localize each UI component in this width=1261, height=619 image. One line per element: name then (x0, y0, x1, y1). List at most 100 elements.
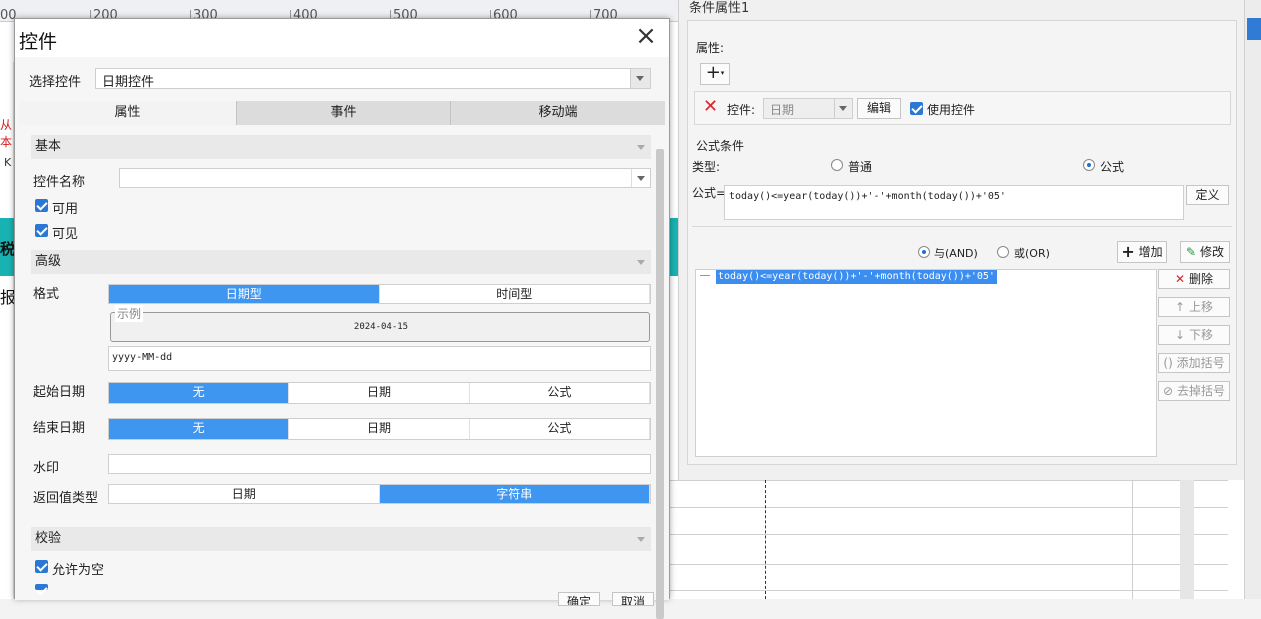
basic-section-header[interactable]: 基本 (31, 135, 651, 159)
delete-icon: ✕ (1175, 272, 1186, 286)
and-label: 与(AND) (934, 247, 978, 260)
remove-bracket-button[interactable]: ⊘ 去掉括号 (1158, 381, 1230, 401)
formula-label: 公式= (692, 186, 727, 200)
validation-section-header[interactable]: 校验 (31, 527, 651, 551)
formula-input[interactable]: today()<=year(today())+'-'+month(today()… (724, 185, 1184, 220)
sheet-right-strip (1180, 480, 1194, 599)
condition-item[interactable]: today()<=year(today())+'-'+month(today()… (716, 270, 997, 284)
modify-button[interactable]: ✎ 修改 (1180, 241, 1230, 263)
chevron-down-icon (636, 76, 644, 81)
move-up-button[interactable]: ↑ 上移 (1158, 297, 1230, 317)
advanced-section-title: 高级 (35, 254, 62, 269)
chevron-down-icon (637, 145, 645, 150)
enabled-checkbox[interactable] (35, 199, 48, 212)
close-icon[interactable]: × (633, 23, 659, 51)
return-date-option[interactable]: 日期 (109, 485, 380, 503)
or-radio[interactable] (997, 246, 1009, 258)
arrow-up-icon: ↑ (1175, 300, 1186, 314)
move-down-label: 下移 (1188, 328, 1213, 342)
plus-icon: + (705, 62, 721, 83)
use-control-label: 使用控件 (927, 103, 976, 117)
panel-title: 条件属性1 (689, 1, 750, 16)
type-normal-radio[interactable] (831, 159, 843, 171)
panel-body: 属性: +▾ ✕ 控件: 日期 编辑 使用控件 公式条件 类型: 普通 公式 公… (687, 20, 1237, 465)
return-type-label: 返回值类型 (33, 491, 99, 506)
sheet-fragment: K (4, 156, 12, 169)
chevron-down-icon (637, 176, 645, 181)
tab-mobile[interactable]: 移动端 (451, 101, 665, 125)
arrow-down-icon: ↓ (1175, 328, 1186, 342)
end-date-toggle: 无 日期 公式 (108, 418, 651, 440)
format-pattern-input[interactable]: yyyy-MM-dd (108, 346, 651, 371)
select-control-label: 选择控件 (29, 75, 82, 90)
move-up-label: 上移 (1188, 300, 1213, 314)
tab-properties[interactable]: 属性 (19, 101, 237, 125)
delete-button[interactable]: ✕ 删除 (1158, 269, 1230, 289)
format-date-option[interactable]: 日期型 (109, 285, 380, 303)
remove-bracket-label: 去掉括号 (1176, 384, 1225, 398)
add-button[interactable]: + 增加 (1117, 241, 1167, 263)
control-name-input[interactable] (119, 168, 651, 188)
vertical-scrollbar[interactable] (656, 149, 664, 619)
format-time-option[interactable]: 时间型 (380, 285, 650, 303)
clipped-checkbox[interactable] (35, 584, 48, 590)
control-label: 控件: (727, 103, 756, 117)
tab-events[interactable]: 事件 (237, 101, 451, 125)
add-bracket-button[interactable]: () 添加括号 (1158, 353, 1230, 373)
advanced-section-header[interactable]: 高级 (31, 250, 651, 274)
visible-checkbox[interactable] (35, 224, 48, 237)
start-date-toggle: 无 日期 公式 (108, 382, 651, 404)
type-label: 类型: (692, 160, 721, 174)
define-button[interactable]: 定义 (1186, 185, 1229, 205)
properties-label: 属性: (696, 41, 725, 55)
remove-bracket-icon: ⊘ (1163, 384, 1174, 398)
type-formula-radio[interactable] (1083, 159, 1095, 171)
sheet-grid (668, 480, 1228, 599)
control-select[interactable]: 日期 (763, 98, 853, 119)
formula-section-title: 公式条件 (696, 139, 745, 153)
move-down-button[interactable]: ↓ 下移 (1158, 325, 1230, 345)
format-toggle: 日期型 时间型 (108, 284, 651, 304)
start-date-option[interactable]: 日期 (289, 383, 470, 403)
end-date-option[interactable]: 日期 (289, 419, 470, 439)
dialog-content: 选择控件 日期控件 属性 事件 移动端 基本 控件名称 可用 可见 高级 格式 (15, 57, 669, 619)
sheet-fragment: 报 (0, 288, 14, 307)
control-name-label: 控件名称 (33, 175, 86, 190)
type-formula-label: 公式 (1100, 160, 1125, 174)
tab-bar: 属性 事件 移动端 (19, 101, 665, 125)
return-string-option[interactable]: 字符串 (379, 485, 650, 503)
watermark-label: 水印 (33, 461, 60, 476)
and-radio[interactable] (918, 246, 930, 258)
allow-empty-checkbox[interactable] (35, 560, 48, 573)
end-none-option[interactable]: 无 (109, 419, 290, 439)
select-control-value: 日期控件 (102, 75, 155, 90)
chevron-down-icon (839, 106, 847, 111)
control-row: ✕ 控件: 日期 编辑 使用控件 (694, 91, 1231, 125)
remove-icon[interactable]: ✕ (703, 96, 718, 117)
pen-icon[interactable] (1247, 18, 1261, 40)
example-legend: 示例 (115, 305, 144, 322)
add-bracket-label: 添加括号 (1176, 356, 1225, 370)
start-formula-option[interactable]: 公式 (470, 383, 650, 403)
type-normal-label: 普通 (848, 160, 873, 174)
watermark-input[interactable] (108, 454, 651, 474)
end-formula-option[interactable]: 公式 (470, 419, 650, 439)
start-date-label: 起始日期 (33, 385, 86, 400)
ok-button[interactable]: 确定 (558, 592, 600, 606)
start-none-option[interactable]: 无 (109, 383, 290, 403)
control-select-value: 日期 (770, 103, 795, 117)
example-value: 2024-04-15 (353, 322, 409, 332)
sheet-fragment: 从本 (0, 118, 13, 149)
plus-icon: + (1121, 242, 1135, 261)
cancel-button[interactable]: 取消 (612, 592, 654, 606)
modify-button-label: 修改 (1199, 245, 1224, 259)
select-control-dropdown[interactable]: 日期控件 (95, 68, 651, 90)
dialog-title: 控件 (19, 31, 58, 53)
condition-list[interactable]: today()<=year(today())+'-'+month(today()… (695, 269, 1157, 457)
condition-properties-panel: 条件属性1 属性: +▾ ✕ 控件: 日期 编辑 使用控件 公式条件 类型: 普… (678, 0, 1244, 480)
use-control-checkbox[interactable] (910, 102, 923, 115)
page-break-line (765, 480, 766, 599)
side-toolbar (1244, 0, 1261, 599)
edit-button[interactable]: 编辑 (857, 98, 901, 119)
add-property-button[interactable]: +▾ (700, 63, 730, 85)
